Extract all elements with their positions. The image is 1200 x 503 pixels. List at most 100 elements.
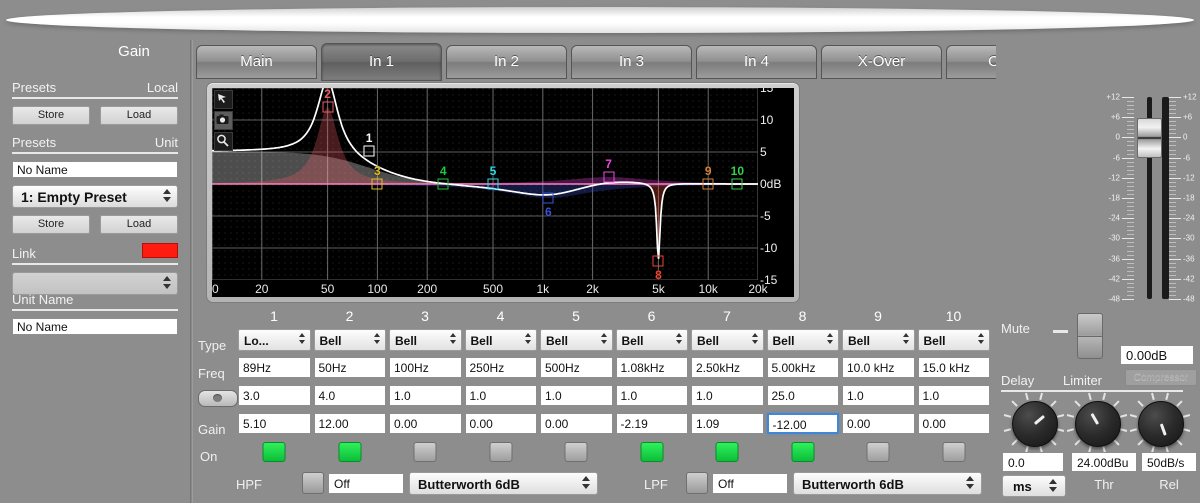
band-2-type-select[interactable]: Bell	[313, 329, 386, 351]
pointer-icon[interactable]	[214, 90, 233, 109]
band-1-q-input[interactable]: 3.0	[238, 385, 311, 406]
eq-band-handle-1[interactable]	[363, 145, 375, 157]
eq-band-handle-8[interactable]	[652, 255, 664, 267]
band-4-freq-input[interactable]: 250Hz	[464, 357, 537, 378]
limiter-release-input[interactable]: 50dB/s	[1141, 452, 1197, 472]
unit-name-input[interactable]: No Name	[12, 318, 178, 335]
tab-x-over[interactable]: X-Over	[821, 45, 942, 79]
eq-plot-area[interactable]: 1 2 3 4 5 6 7 8 9 10	[212, 88, 758, 282]
band-6-on-button[interactable]	[640, 442, 663, 462]
band-10-q-input[interactable]: 1.0	[917, 385, 990, 406]
band-8-gain-input[interactable]: -12.00	[766, 413, 839, 434]
band-10-freq-input[interactable]: 15.0 kHz	[917, 357, 990, 378]
delay-value-input[interactable]: 0.0	[1002, 452, 1064, 472]
camera-icon[interactable]	[214, 111, 233, 130]
eq-band-handle-10[interactable]	[731, 178, 743, 190]
band-3-freq-input[interactable]: 100Hz	[389, 357, 462, 378]
unit-store-button[interactable]: Store	[12, 215, 90, 234]
limiter-threshold-knob[interactable]	[1075, 401, 1121, 447]
preset-select[interactable]: 1: Empty Preset	[12, 185, 178, 208]
tab-main[interactable]: Main	[196, 45, 317, 79]
hpf-slope-select[interactable]: Butterworth 6dB	[409, 472, 598, 495]
tab-in-4[interactable]: In 4	[696, 45, 817, 79]
band-9-type-select[interactable]: Bell	[842, 329, 915, 351]
eq-band-handle-4[interactable]	[437, 178, 449, 190]
fader-handle[interactable]	[1137, 118, 1162, 159]
gain-fader[interactable]	[1137, 97, 1162, 299]
band-6-type-select[interactable]: Bell	[615, 329, 688, 351]
hpf-enable-toggle[interactable]	[302, 472, 324, 494]
gain-value-input[interactable]: 0.00dB	[1120, 345, 1194, 365]
eq-band-handle-3[interactable]	[371, 178, 383, 190]
band-3-on-button[interactable]	[413, 442, 437, 462]
band-3-type-select[interactable]: Bell	[389, 329, 462, 351]
band-4-type-select[interactable]: Bell	[464, 329, 537, 351]
hpf-freq-input[interactable]: Off	[328, 473, 404, 494]
band-4-on-button[interactable]	[489, 442, 512, 462]
band-1-gain-input[interactable]: 5.10	[238, 413, 311, 434]
band-8-freq-input[interactable]: 5.00kHz	[766, 357, 839, 378]
band-4-q-input[interactable]: 1.0	[464, 385, 537, 406]
eq-graph[interactable]: 12345678910 1020501002005001k2k5k10k20k …	[212, 88, 794, 297]
band-5-q-input[interactable]: 1.0	[540, 385, 613, 406]
gain-minor-tick	[1127, 222, 1134, 224]
band-1-on-button[interactable]	[262, 442, 286, 462]
band-9-gain-input[interactable]: 0.00	[842, 413, 915, 434]
band-6-q-input[interactable]: 1.0	[615, 385, 688, 406]
delay-knob[interactable]	[1012, 401, 1058, 447]
band-10-on-button[interactable]	[942, 442, 965, 462]
band-2-q-input[interactable]: 4.0	[313, 385, 386, 406]
band-6-freq-input[interactable]: 1.08kHz	[615, 357, 688, 378]
band-5-gain-input[interactable]: 0.00	[540, 413, 613, 434]
band-7-q-input[interactable]: 1.0	[691, 385, 764, 406]
band-8-on-button[interactable]	[791, 442, 814, 462]
eq-band-handle-2[interactable]	[322, 101, 334, 113]
eq-band-handle-7[interactable]	[603, 171, 615, 183]
band-9-q-input[interactable]: 1.0	[842, 385, 915, 406]
band-1-freq-input[interactable]: 89Hz	[238, 357, 311, 378]
band-1-type-select[interactable]: Lo...	[238, 329, 311, 351]
lpf-slope-select[interactable]: Butterworth 6dB	[793, 472, 982, 495]
band-5-freq-input[interactable]: 500Hz	[540, 357, 613, 378]
band-5-type-select[interactable]: Bell	[540, 329, 613, 351]
band-7-on-button[interactable]	[715, 442, 739, 462]
mute-switch[interactable]	[1077, 313, 1103, 359]
chevron-updown-icon	[751, 333, 758, 344]
band-4-gain-input[interactable]: 0.00	[464, 413, 537, 434]
band-7-type-select[interactable]: Bell	[691, 329, 764, 351]
eq-band-handle-5[interactable]	[487, 178, 499, 190]
band-10-type-select[interactable]: Bell	[917, 329, 990, 351]
band-9-on-button[interactable]	[866, 442, 890, 462]
band-7-gain-input[interactable]: 1.09	[691, 413, 764, 434]
row-label-freq: Freq	[198, 366, 225, 381]
band-6-gain-input[interactable]: -2.19	[615, 413, 688, 434]
band-3-q-input[interactable]: 1.0	[389, 385, 462, 406]
local-load-button[interactable]: Load	[100, 106, 178, 125]
band-3-gain-input[interactable]: 0.00	[389, 413, 462, 434]
limiter-release-knob[interactable]	[1138, 401, 1184, 447]
eq-band-handle-9[interactable]	[702, 178, 714, 190]
band-2-freq-input[interactable]: 50Hz	[313, 357, 386, 378]
local-store-button[interactable]: Store	[12, 106, 90, 125]
band-2-gain-input[interactable]: 12.00	[313, 413, 386, 434]
lpf-enable-toggle[interactable]	[686, 472, 708, 494]
unit-load-button[interactable]: Load	[100, 215, 178, 234]
band-5-on-button[interactable]	[564, 442, 588, 462]
preset-name-input[interactable]: No Name	[12, 161, 178, 178]
tab-in-3[interactable]: In 3	[571, 45, 692, 79]
q-toggle-icon[interactable]	[198, 390, 238, 407]
tab-in-2[interactable]: In 2	[446, 45, 567, 79]
band-9-freq-input[interactable]: 10.0 kHz	[842, 357, 915, 378]
delay-unit-select[interactable]: ms	[1002, 475, 1066, 497]
band-8-type-select[interactable]: Bell	[766, 329, 839, 351]
limiter-threshold-input[interactable]: 24.00dBu	[1071, 452, 1137, 472]
lpf-freq-input[interactable]: Off	[712, 473, 788, 494]
band-2-on-button[interactable]	[338, 442, 361, 462]
tab-in-1[interactable]: In 1	[321, 43, 442, 81]
gain-minor-tick	[1127, 202, 1134, 204]
magnifier-icon[interactable]	[214, 132, 233, 151]
eq-band-handle-6[interactable]	[542, 192, 554, 204]
band-10-gain-input[interactable]: 0.00	[917, 413, 990, 434]
band-7-freq-input[interactable]: 2.50kHz	[691, 357, 764, 378]
band-8-q-input[interactable]: 25.0	[766, 385, 839, 406]
